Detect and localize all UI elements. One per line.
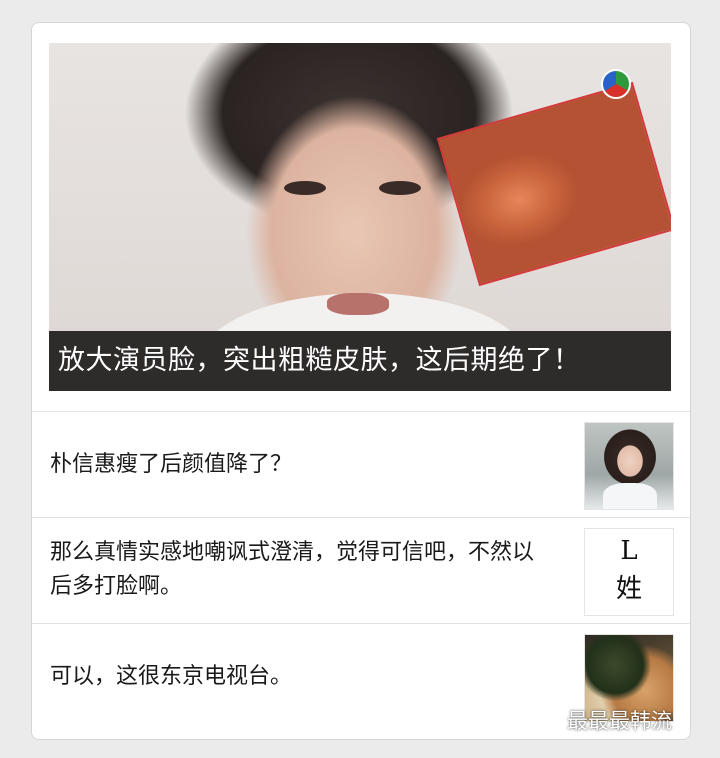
- tv-channel-logo: [601, 69, 631, 99]
- list-item-title: 那么真情实感地嘲讽式澄清，觉得可信吧，不然以后多打脸啊。: [50, 540, 535, 599]
- account-watermark: 最最最韩流: [537, 705, 672, 735]
- list-item-thumbnail: [584, 422, 674, 510]
- list-item[interactable]: 朴信惠瘦了后颜值降了？: [32, 411, 690, 518]
- watermark-label: 最最最韩流: [567, 709, 672, 733]
- list-item-title: 可以，这很东京电视台。: [50, 664, 293, 689]
- hero-banner[interactable]: 放大演员脸，突出粗糙皮肤，这后期绝了！: [49, 43, 671, 391]
- wechat-icon: [537, 708, 561, 733]
- list-item-thumbnail: L 姓: [584, 528, 674, 616]
- list-item[interactable]: 那么真情实感地嘲讽式澄清，觉得可信吧，不然以后多打脸啊。 L 姓: [32, 517, 690, 624]
- article-card: 放大演员脸，突出粗糙皮肤，这后期绝了！ 朴信惠瘦了后颜值降了？ 那么真情实感地嘲…: [31, 22, 691, 740]
- hero-caption: 放大演员脸，突出粗糙皮肤，这后期绝了！: [49, 331, 671, 391]
- thumbnail-text-line2: 姓: [615, 574, 642, 604]
- thumbnail-text-line1: L: [620, 536, 638, 566]
- list-item-title: 朴信惠瘦了后颜值降了？: [50, 452, 293, 477]
